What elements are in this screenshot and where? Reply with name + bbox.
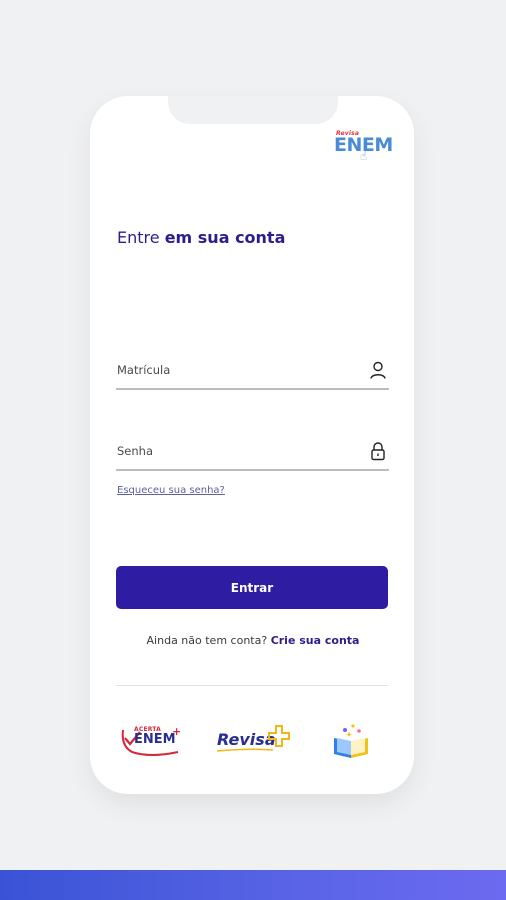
password-label: Senha xyxy=(117,444,153,458)
open-book-icon xyxy=(334,724,368,758)
divider xyxy=(116,685,388,686)
phone-notch xyxy=(168,96,338,124)
signup-prompt: Ainda não tem conta? Crie sua conta xyxy=(0,634,506,647)
underline-swoosh xyxy=(217,748,273,752)
registration-field[interactable]: Matrícula xyxy=(116,360,389,390)
acerta-enem-logo: + ACERTA ENEM xyxy=(120,722,184,762)
bottom-accent-bar xyxy=(0,870,506,900)
page-title: Entre em sua conta xyxy=(117,228,285,247)
open-book-logo xyxy=(331,722,371,762)
plus-icon xyxy=(268,725,290,747)
brand-logo: Revisa ENEM ☝ xyxy=(334,130,396,168)
page-title-regular: Entre xyxy=(117,228,165,247)
password-field[interactable]: Senha xyxy=(116,441,389,471)
login-button[interactable]: Entrar xyxy=(116,566,388,609)
forgot-password-link[interactable]: Esqueceu sua senha? xyxy=(117,485,225,496)
lock-icon xyxy=(371,442,385,461)
page-title-bold: em sua conta xyxy=(164,228,286,247)
acerta-enem-word: ENEM xyxy=(134,732,176,747)
create-account-link[interactable]: Crie sua conta xyxy=(271,634,360,647)
pointer-hand-icon: ☝ xyxy=(360,149,368,163)
revisa-plus-logo: Revisa xyxy=(217,722,293,762)
user-icon xyxy=(370,361,386,379)
signup-prompt-text: Ainda não tem conta? xyxy=(146,634,268,647)
registration-label: Matrícula xyxy=(117,363,171,377)
